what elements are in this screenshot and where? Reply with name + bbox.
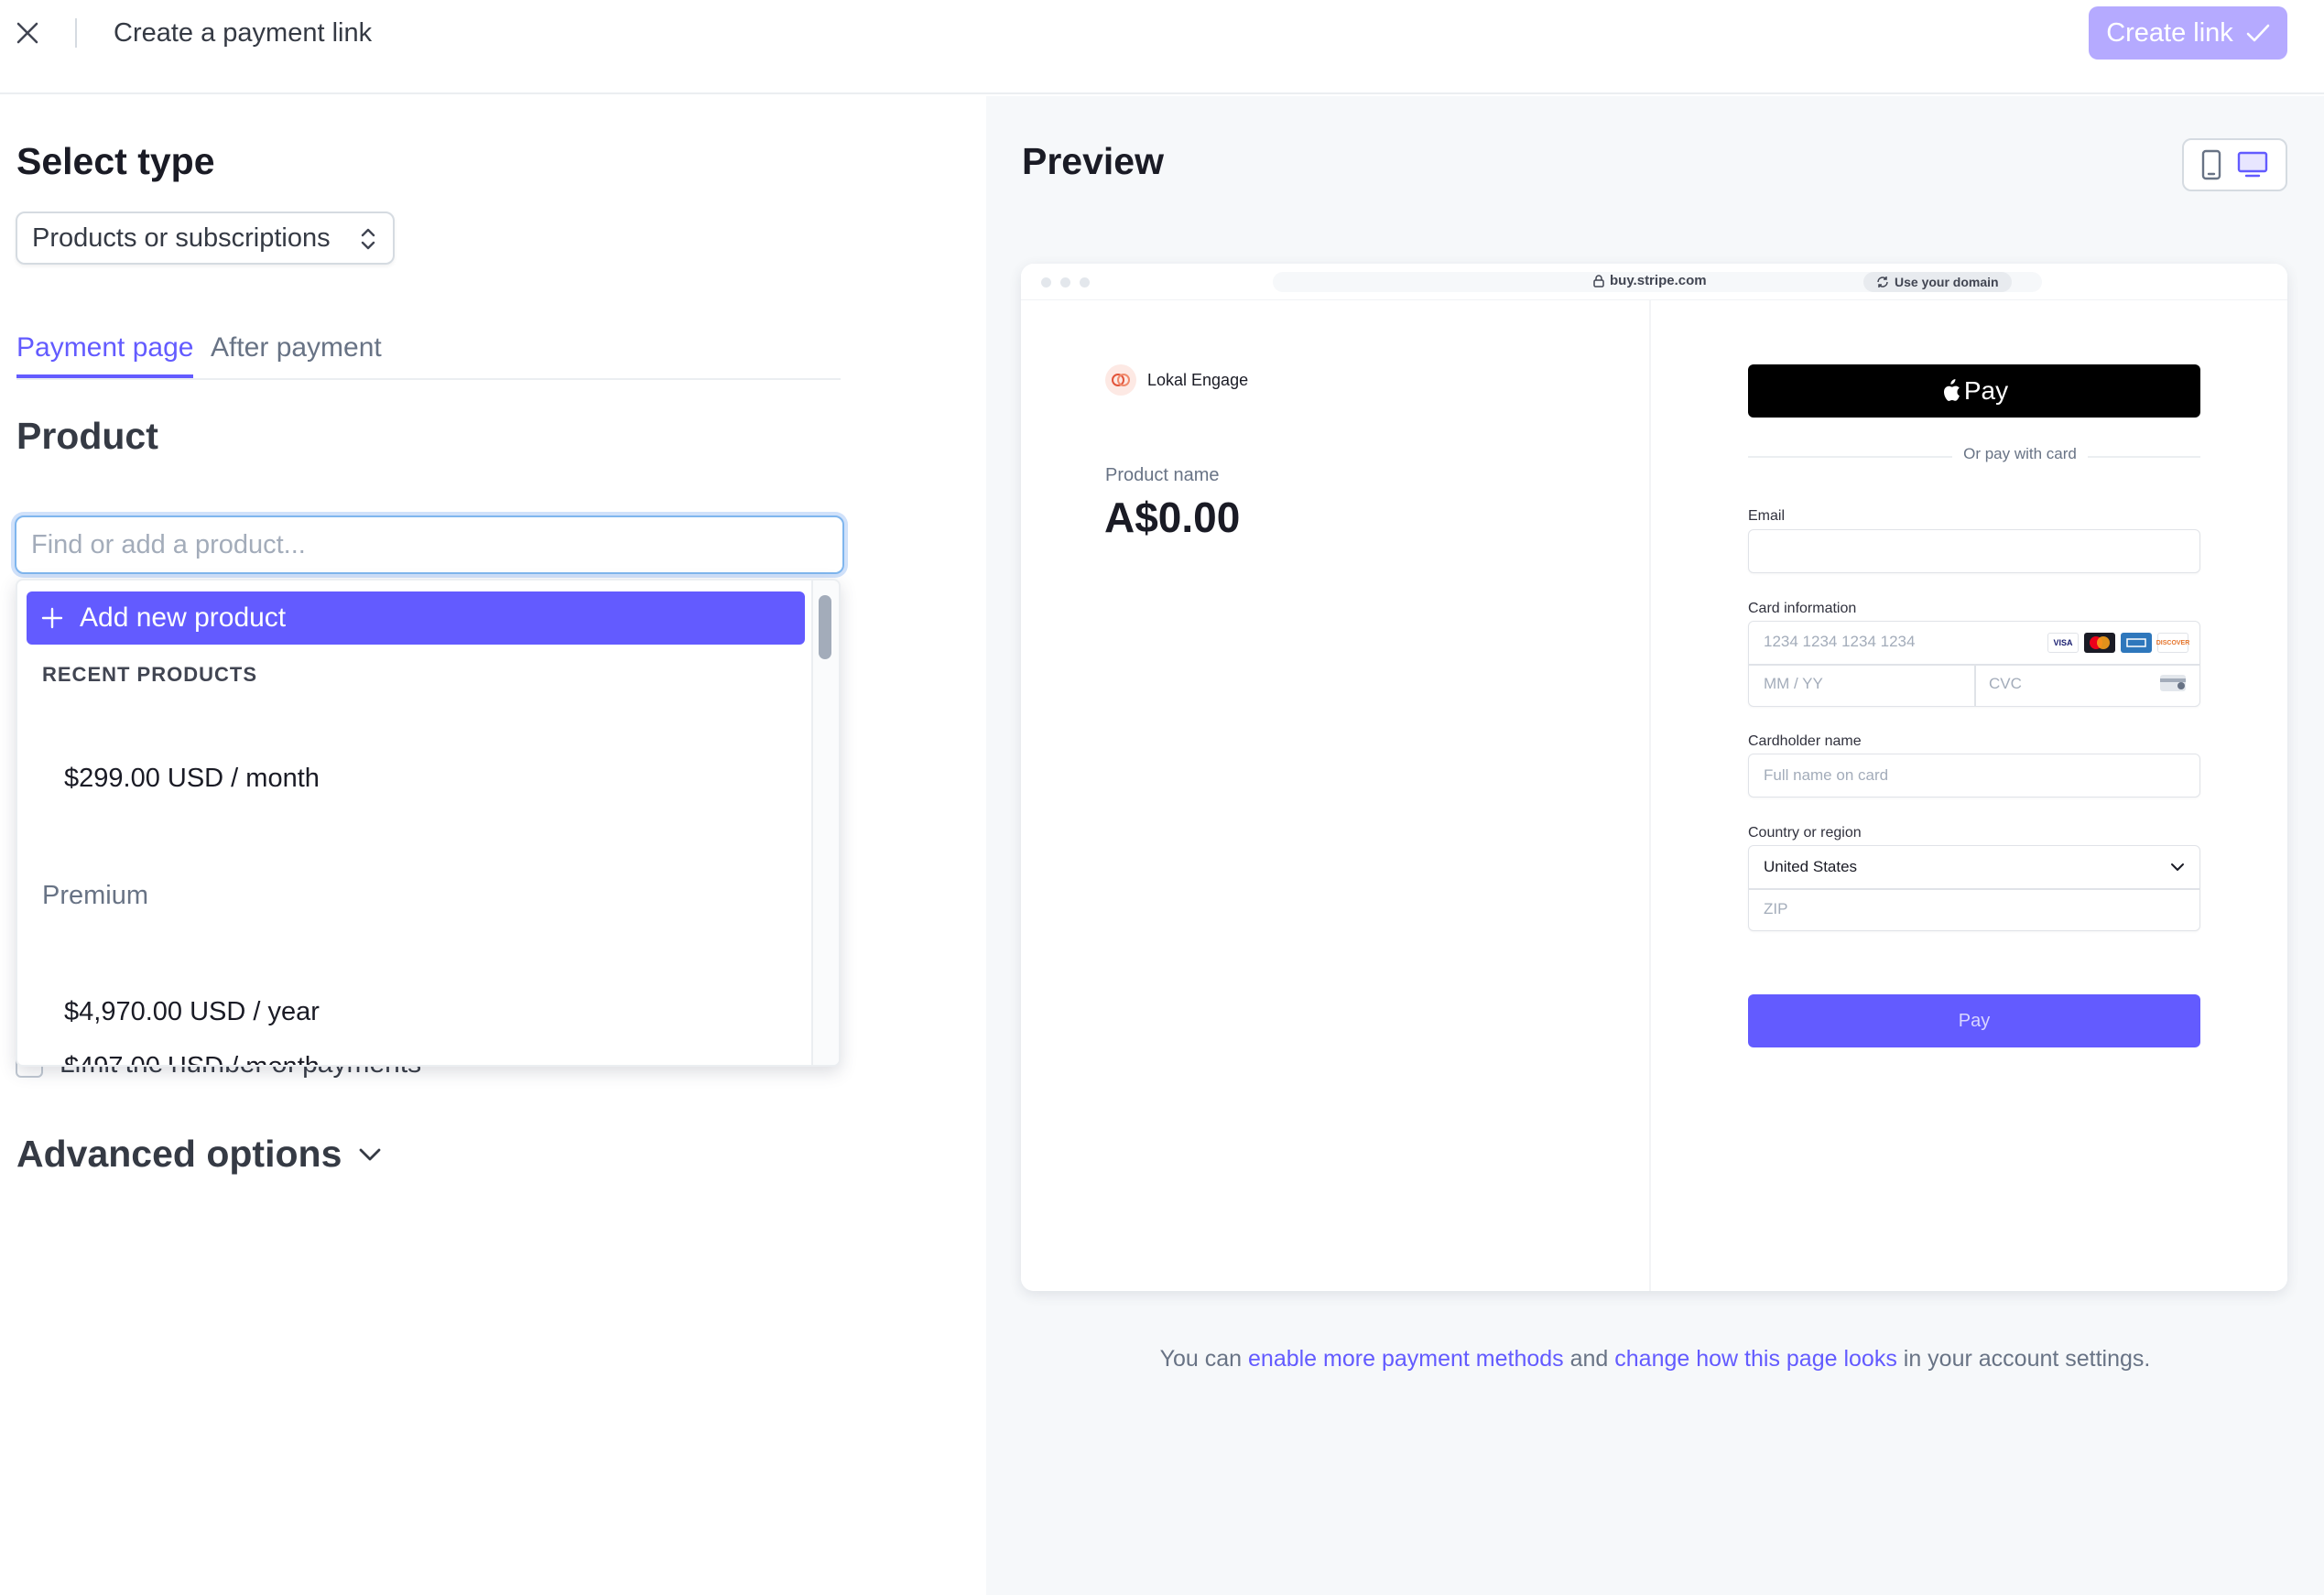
change-page-looks-link[interactable]: change how this page looks: [1614, 1346, 1897, 1372]
discover-logo: DISCOVER: [2156, 633, 2189, 653]
checkout-form: Pay Or pay with card Email Card informat…: [1653, 300, 2287, 1291]
link-rings-icon: [1112, 374, 1130, 386]
product-name: Product name: [1105, 465, 1220, 485]
header-divider: [75, 18, 77, 48]
lock-icon: [1593, 274, 1604, 288]
advanced-options-toggle[interactable]: Advanced options: [16, 1133, 382, 1176]
zip-field[interactable]: ZIP: [1764, 900, 1787, 918]
merchant-logo: [1105, 364, 1136, 396]
apple-pay-button[interactable]: Pay: [1748, 364, 2200, 418]
or-pay-with-card: Or pay with card: [1653, 445, 2287, 463]
url-display: buy.stripe.com: [1593, 273, 1707, 288]
amex-logo: [2121, 633, 2152, 653]
create-link-label: Create link: [2106, 17, 2233, 48]
country-select[interactable]: United States: [1764, 858, 1857, 876]
refresh-icon: [1877, 277, 1888, 288]
advanced-options-label: Advanced options: [16, 1133, 342, 1175]
chevron-down-icon: [359, 1148, 381, 1160]
email-field[interactable]: [1748, 529, 2200, 573]
tab-after-payment[interactable]: After payment: [211, 332, 382, 378]
email-label: Email: [1748, 508, 1786, 524]
mastercard-logo: [2084, 633, 2115, 653]
list-item[interactable]: $497.00 USD / month: [64, 1052, 320, 1065]
cvc-card-icon: [2160, 675, 2186, 691]
card-brand-logos: VISA DISCOVER: [2047, 633, 2189, 653]
use-your-domain-label: Use your domain: [1895, 275, 1999, 289]
window-dots: [1041, 277, 1090, 288]
apple-pay-label: Pay: [1963, 376, 2009, 405]
card-number-field[interactable]: 1234 1234 1234 1234: [1764, 633, 1915, 651]
cardholder-field[interactable]: Full name on card: [1748, 754, 2200, 798]
apple-icon: [1943, 379, 1960, 401]
card-info-group: 1234 1234 1234 1234 VISA DISCOVER MM / Y…: [1748, 621, 2200, 707]
desktop-view-button[interactable]: [2237, 151, 2268, 179]
footer-text-suffix: in your account settings.: [1896, 1346, 2151, 1372]
merchant-info: Lokal Engage: [1105, 364, 1248, 396]
add-new-product-label: Add new product: [80, 602, 287, 633]
dropdown-scrollbar[interactable]: [811, 580, 839, 1065]
footer-text-middle: and: [1563, 1346, 1615, 1372]
device-toggle: [2182, 138, 2287, 191]
preview-heading: Preview: [1022, 140, 1164, 182]
product-price: A$0.00: [1104, 494, 1241, 541]
cardholder-label: Cardholder name: [1748, 733, 1862, 749]
dropdown-scrollbar-thumb[interactable]: [819, 595, 831, 659]
close-button[interactable]: [13, 18, 42, 48]
select-type-heading: Select type: [16, 140, 215, 182]
configuration-panel: Select type Products or subscriptions Pa…: [0, 96, 986, 1595]
check-icon: [2246, 24, 2270, 42]
checkout-preview: buy.stripe.com Use your domain Lokal Eng…: [1021, 264, 2287, 1291]
product-heading: Product: [16, 415, 158, 457]
visa-logo: VISA: [2047, 633, 2079, 653]
checkout-summary: Lokal Engage Product name A$0.00: [1021, 300, 1651, 1291]
cvc-field[interactable]: CVC: [1989, 675, 2022, 693]
preview-panel: Preview buy.stripe.com Use your domain L…: [986, 96, 2324, 1595]
top-bar: Create a payment link Create link: [0, 0, 2324, 94]
list-item[interactable]: $4,970.00 USD / year: [64, 997, 320, 1027]
tab-bar: Payment page After payment: [16, 325, 841, 380]
type-select-value: Products or subscriptions: [32, 222, 331, 253]
merchant-name: Lokal Engage: [1147, 370, 1249, 389]
use-your-domain-button[interactable]: Use your domain: [1863, 272, 2012, 292]
mobile-view-button[interactable]: [2201, 149, 2221, 180]
pay-button[interactable]: Pay: [1748, 994, 2200, 1047]
product-group-label: Premium: [42, 881, 149, 910]
tab-payment-page[interactable]: Payment page: [16, 332, 194, 378]
expiry-field[interactable]: MM / YY: [1764, 675, 1823, 693]
list-item[interactable]: $299.00 USD / month: [64, 764, 320, 794]
chevron-up-down-icon: [361, 228, 375, 250]
footer-note: You can enable more payment methods and …: [986, 1346, 2324, 1373]
add-new-product-button[interactable]: Add new product: [27, 591, 805, 645]
country-zip-group: United States ZIP: [1748, 845, 2200, 931]
cardholder-placeholder: Full name on card: [1764, 766, 1889, 784]
create-link-button[interactable]: Create link: [2089, 6, 2287, 60]
footer-text-prefix: You can: [1159, 1346, 1249, 1372]
close-icon: [16, 22, 38, 44]
url-text: buy.stripe.com: [1610, 273, 1707, 288]
country-label: Country or region: [1748, 825, 1862, 841]
card-info-label: Card information: [1748, 601, 1857, 616]
page-title: Create a payment link: [114, 18, 373, 48]
browser-bar: buy.stripe.com Use your domain: [1021, 264, 2287, 300]
chevron-down-icon: [2171, 863, 2184, 871]
mobile-icon: [2201, 149, 2221, 180]
product-search-input[interactable]: [15, 515, 844, 574]
enable-payment-methods-link[interactable]: enable more payment methods: [1248, 1346, 1564, 1372]
product-dropdown: Add new product RECENT PRODUCTS $299.00 …: [16, 579, 841, 1067]
plus-icon: [41, 607, 63, 629]
recent-products-header: RECENT PRODUCTS: [42, 663, 258, 686]
type-select[interactable]: Products or subscriptions: [16, 212, 395, 265]
desktop-icon: [2238, 151, 2268, 178]
